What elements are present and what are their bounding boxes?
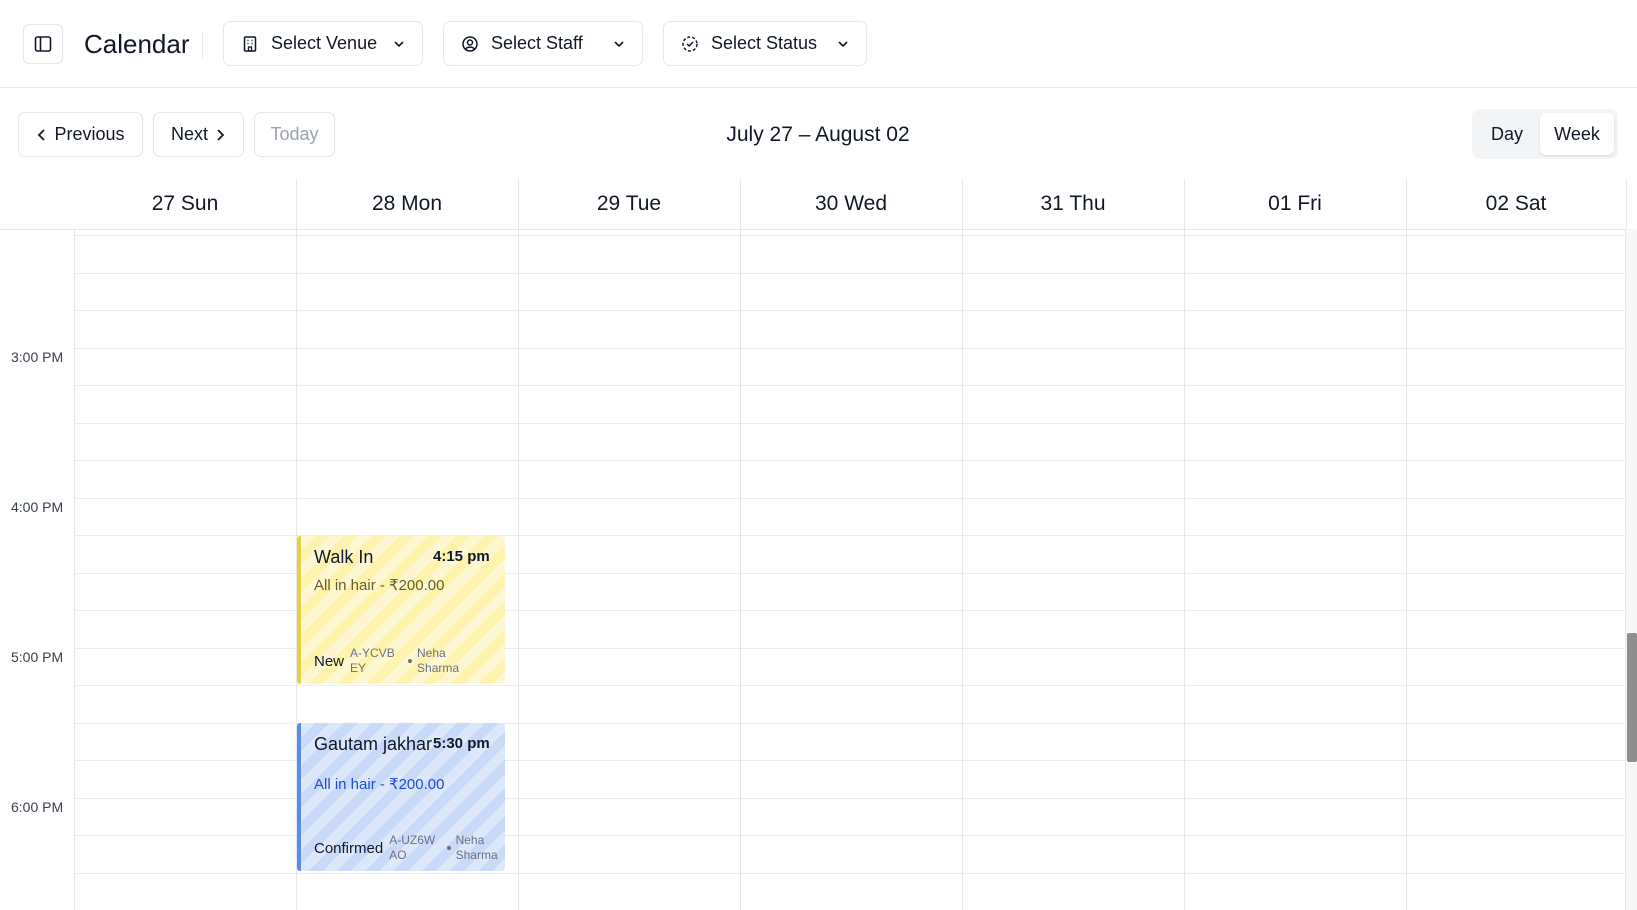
status-select[interactable]: Select Status (663, 21, 867, 66)
time-label: 6:00 PM (11, 799, 64, 815)
chevron-down-icon (612, 37, 626, 51)
day-header-wed: 30 Wed (815, 192, 887, 215)
appointment-name: Walk In (314, 547, 374, 567)
appointment-code: A-UZ6WAO (389, 833, 436, 862)
separator-dot (408, 659, 413, 663)
appointment-service: All in hair - ₹200.00 (314, 776, 445, 793)
chevron-right-icon (217, 128, 225, 141)
time-slot-line (74, 685, 1626, 686)
header-divider (1406, 179, 1407, 229)
appointment-card[interactable]: Walk In 4:15 pm All in hair - ₹200.00 Ne… (297, 536, 505, 684)
time-slot-line (74, 310, 1626, 311)
status-circle-icon (681, 35, 699, 53)
header-divider (296, 179, 297, 229)
previous-button-label: Previous (54, 124, 125, 144)
header-divider (1626, 179, 1627, 229)
page-title: Calendar (84, 29, 190, 59)
appointment-footer: Confirmed A-UZ6WAO Neha Sharma (314, 833, 505, 863)
next-button[interactable]: Next (153, 112, 244, 157)
time-slot-line (74, 422, 1626, 424)
view-toggle: Day Week (1472, 109, 1618, 159)
sidebar-panel-icon (34, 36, 52, 52)
separator-dot (446, 846, 451, 850)
today-button[interactable]: Today (254, 112, 335, 157)
day-header-tue: 29 Tue (596, 192, 662, 215)
day-column-line (740, 229, 741, 910)
time-slot-line (74, 872, 1626, 874)
appointment-status: New (314, 652, 345, 670)
day-header-thu: 31 Thu (1040, 192, 1106, 215)
chevron-down-icon (836, 37, 850, 51)
time-slot-line (74, 497, 1626, 499)
appointment-name: Gautam jakhar (314, 734, 433, 754)
time-label: 5:00 PM (11, 649, 64, 665)
appointment-time: 5:30 pm (433, 735, 490, 752)
building-icon (241, 35, 259, 53)
scrollbar-track[interactable] (1626, 229, 1637, 910)
header-divider (962, 179, 963, 229)
week-view-button[interactable]: Week (1540, 113, 1614, 155)
staff-select[interactable]: Select Staff (443, 21, 643, 66)
day-view-button[interactable]: Day (1476, 113, 1538, 155)
header-divider (518, 179, 519, 229)
user-circle-icon (461, 35, 479, 53)
appointment-code: A-YCVBEY (350, 646, 395, 675)
day-column-line (1406, 229, 1407, 910)
appointment-staff: Neha Sharma (455, 833, 498, 862)
staff-select-label: Select Staff (491, 33, 583, 53)
day-header-mon: 28 Mon (371, 192, 443, 215)
appointment-service: All in hair - ₹200.00 (314, 577, 445, 594)
next-button-label: Next (170, 124, 208, 144)
day-header-fri: 01 Fri (1268, 192, 1322, 215)
venue-select[interactable]: Select Venue (223, 21, 423, 66)
day-header-sun: 27 Sun (151, 192, 219, 215)
chevron-down-icon (392, 37, 406, 51)
sidebar-toggle-button[interactable] (23, 24, 63, 64)
header-divider (1184, 179, 1185, 229)
appointment-time: 4:15 pm (433, 548, 490, 565)
time-slot-line (74, 460, 1626, 461)
time-slot-line (74, 235, 1626, 236)
day-column-line (518, 229, 519, 910)
header-divider (740, 179, 741, 229)
day-column-line (74, 229, 75, 910)
today-button-label: Today (270, 124, 319, 144)
appointment-staff: Neha Sharma (417, 646, 460, 675)
time-label: 4:00 PM (11, 499, 64, 515)
day-header-sat: 02 Sat (1485, 192, 1547, 215)
venue-select-label: Select Venue (271, 33, 378, 53)
time-label: 3:00 PM (11, 349, 64, 365)
top-bar: Calendar Select Venue Select Staff Selec… (0, 0, 1637, 88)
title-divider (202, 32, 203, 58)
previous-button[interactable]: Previous (18, 112, 143, 157)
appointment-footer: New A-YCVBEY Neha Sharma (314, 646, 505, 676)
appointment-status: Confirmed (314, 839, 384, 857)
status-select-label: Select Status (711, 33, 818, 53)
scrollbar-thumb[interactable] (1627, 633, 1637, 762)
date-range-title: July 27 – August 02 (726, 123, 910, 146)
time-slot-line (74, 272, 1626, 274)
appointment-card[interactable]: Gautam jakhar 5:30 pm All in hair - ₹200… (297, 723, 505, 871)
day-column-line (1184, 229, 1185, 910)
chevron-left-icon (38, 128, 46, 141)
time-slot-line (74, 385, 1626, 386)
time-slot-line (74, 347, 1626, 349)
day-column-line (962, 229, 963, 910)
